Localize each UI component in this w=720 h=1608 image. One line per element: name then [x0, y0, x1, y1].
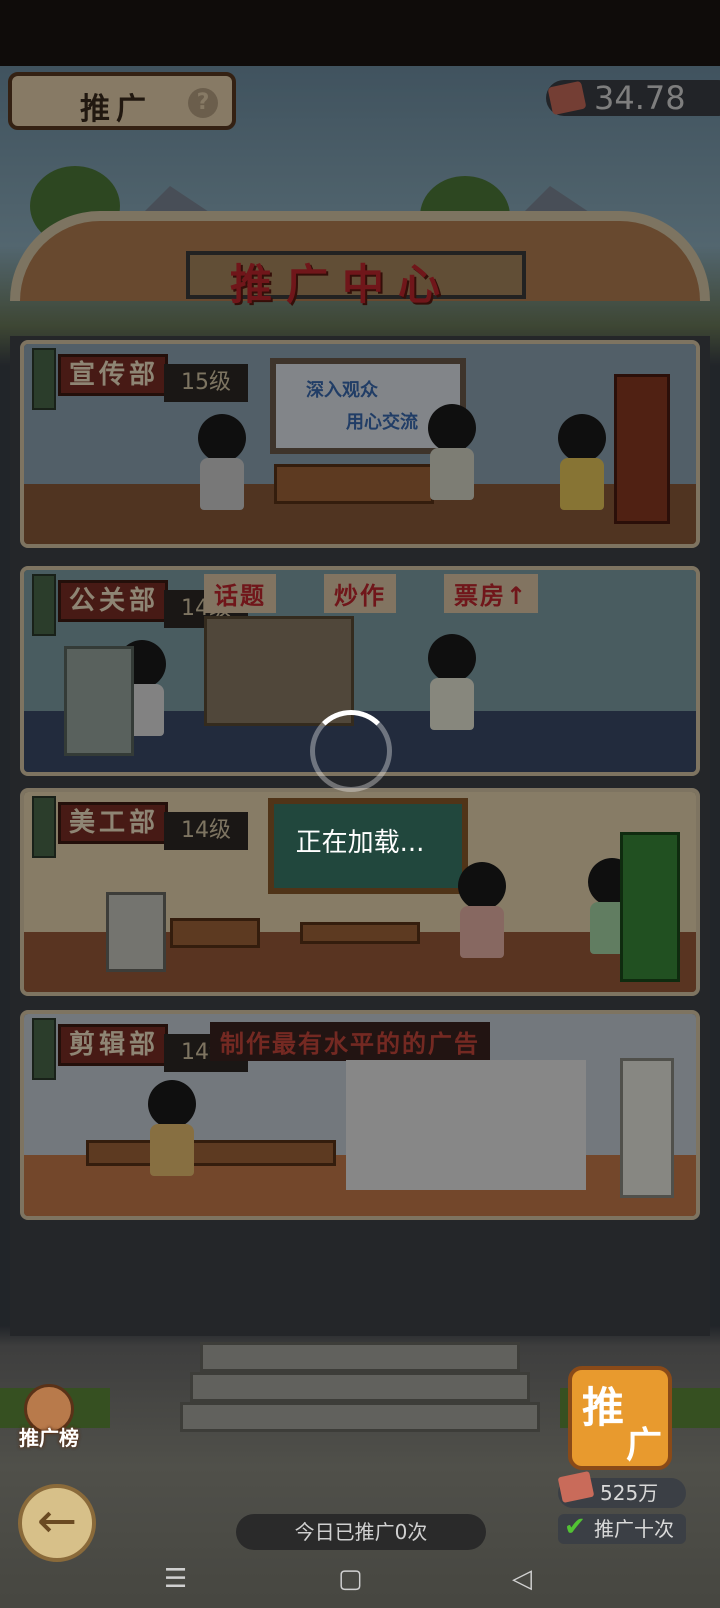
checkmark-icon: ✔: [564, 1512, 586, 1542]
money-icon: [557, 1470, 595, 1504]
loading-spinner-icon: [310, 710, 392, 792]
menu-icon[interactable]: ☰: [164, 1566, 187, 1592]
promote-button-char: 广: [626, 1425, 663, 1466]
promote-button[interactable]: 推 广: [568, 1366, 672, 1470]
loading-text: 正在加载...: [295, 828, 425, 858]
ranking-button[interactable]: 推广榜: [14, 1384, 84, 1456]
ranking-label: 推广榜: [19, 1426, 79, 1450]
promote-ten-toggle[interactable]: ✔ 推广十次: [558, 1514, 686, 1544]
cost-value: 525万: [600, 1481, 659, 1505]
back-icon[interactable]: ◁: [512, 1566, 532, 1592]
promote-button-char: 推: [582, 1383, 625, 1432]
today-promotion-count: 今日已推广0次: [236, 1514, 486, 1550]
home-icon[interactable]: ▢: [338, 1566, 363, 1592]
system-navbar: ☰ ▢ ◁: [0, 1548, 720, 1608]
promote-ten-label: 推广十次: [594, 1517, 674, 1541]
promote-cost: 525万: [557, 1470, 686, 1508]
